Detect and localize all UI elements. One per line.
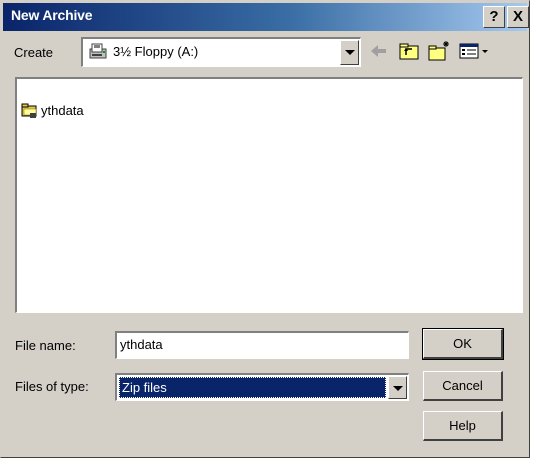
file-list[interactable]: ythdata bbox=[15, 77, 523, 313]
file-name-input[interactable]: ythdata bbox=[115, 331, 409, 359]
folder-icon bbox=[21, 103, 37, 118]
cancel-button[interactable]: Cancel bbox=[423, 371, 503, 401]
floppy-drive-icon bbox=[89, 43, 107, 59]
create-label: Create bbox=[14, 45, 54, 60]
help-button[interactable]: Help bbox=[423, 411, 503, 441]
new-folder-icon[interactable] bbox=[427, 39, 451, 63]
file-name-label: File name: bbox=[15, 338, 76, 353]
new-archive-dialog: New Archive ? X Create 3½ Floppy (A:) yt… bbox=[0, 0, 530, 458]
file-type-dropdown-button[interactable] bbox=[388, 376, 407, 399]
list-item-label: ythdata bbox=[41, 102, 84, 118]
file-type-select[interactable]: Zip files bbox=[115, 373, 409, 401]
file-type-label: Files of type: bbox=[15, 379, 89, 394]
create-location-value: 3½ Floppy (A:) bbox=[113, 44, 199, 59]
create-location-select[interactable]: 3½ Floppy (A:) bbox=[81, 37, 361, 67]
create-location-dropdown-button[interactable] bbox=[340, 40, 359, 65]
back-icon[interactable] bbox=[367, 39, 391, 63]
title-bar[interactable]: New Archive ? X bbox=[3, 3, 529, 31]
help-title-button[interactable]: ? bbox=[483, 6, 505, 28]
list-item[interactable]: ythdata bbox=[21, 101, 84, 119]
up-one-level-icon[interactable] bbox=[397, 39, 421, 63]
dialog-title: New Archive bbox=[11, 7, 93, 23]
ok-button[interactable]: OK bbox=[422, 328, 504, 360]
view-menu-icon[interactable] bbox=[457, 39, 493, 63]
close-title-button[interactable]: X bbox=[507, 6, 529, 28]
file-type-value: Zip files bbox=[119, 377, 386, 398]
